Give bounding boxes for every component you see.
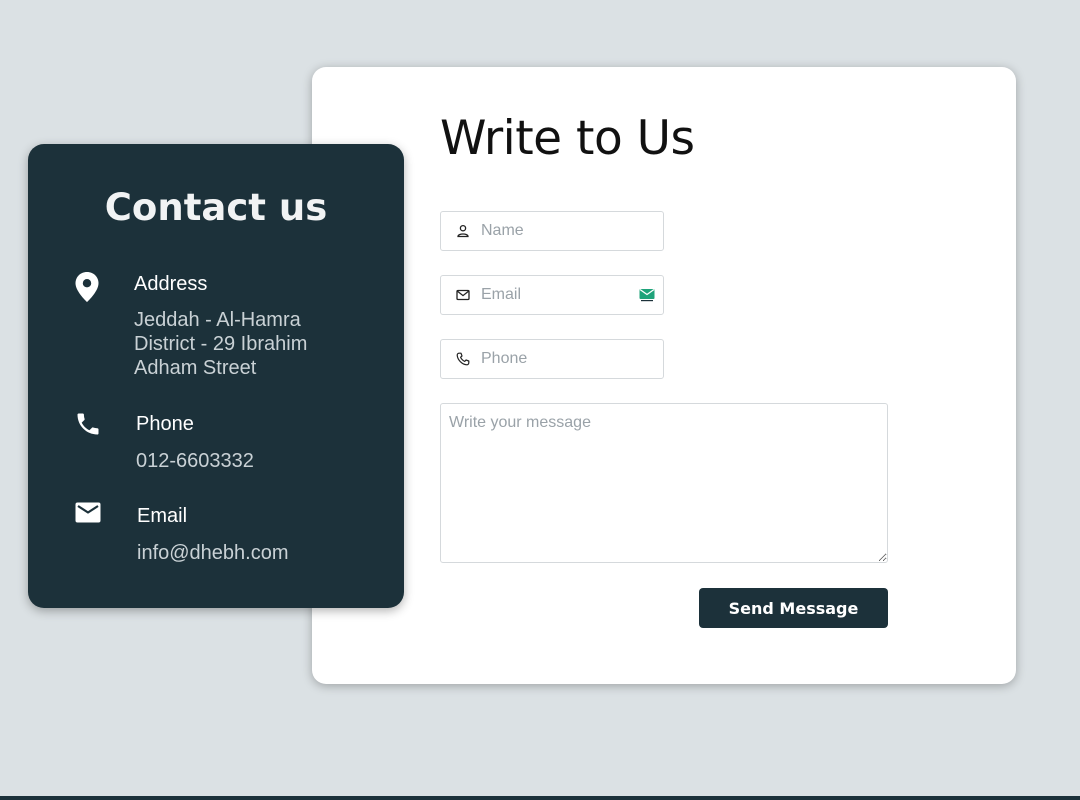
send-message-button[interactable]: Send Message	[699, 588, 888, 628]
address-line-3: Adham Street	[134, 357, 257, 379]
phone-label: Phone	[136, 413, 194, 435]
write-to-us-card: Write to Us Name Email Phone Write your …	[312, 67, 1016, 684]
mail-icon	[75, 502, 101, 529]
envelope-icon	[455, 287, 471, 303]
email-label: Email	[137, 505, 188, 527]
name-input[interactable]	[481, 216, 631, 246]
phone-field[interactable]	[440, 339, 664, 379]
address-line-1: Jeddah - Al-Hamra	[134, 309, 301, 331]
email-value: info@dhebh.com	[137, 542, 289, 564]
contact-title: Contact us	[104, 186, 328, 229]
phone-value: 012-6603332	[136, 450, 254, 472]
contact-page: Write to Us Name Email Phone Write your …	[0, 0, 1080, 800]
name-field[interactable]	[440, 211, 664, 251]
location-pin-icon	[74, 271, 100, 308]
address-label: Address	[134, 273, 208, 295]
contact-us-card: Contact us Address Jeddah - Al-Hamra Dis…	[28, 144, 404, 608]
address-line-2: District - 29 Ibrahim	[134, 333, 308, 355]
phone-icon	[74, 410, 102, 443]
autofill-badge-icon[interactable]	[639, 288, 655, 302]
footer-strip	[0, 796, 1080, 800]
email-input[interactable]	[481, 280, 631, 310]
form-title: Write to Us	[440, 111, 695, 166]
phone-icon	[455, 351, 471, 367]
email-field[interactable]	[440, 275, 664, 315]
message-textarea[interactable]	[440, 403, 888, 563]
user-icon	[455, 223, 471, 239]
phone-input[interactable]	[481, 344, 631, 374]
